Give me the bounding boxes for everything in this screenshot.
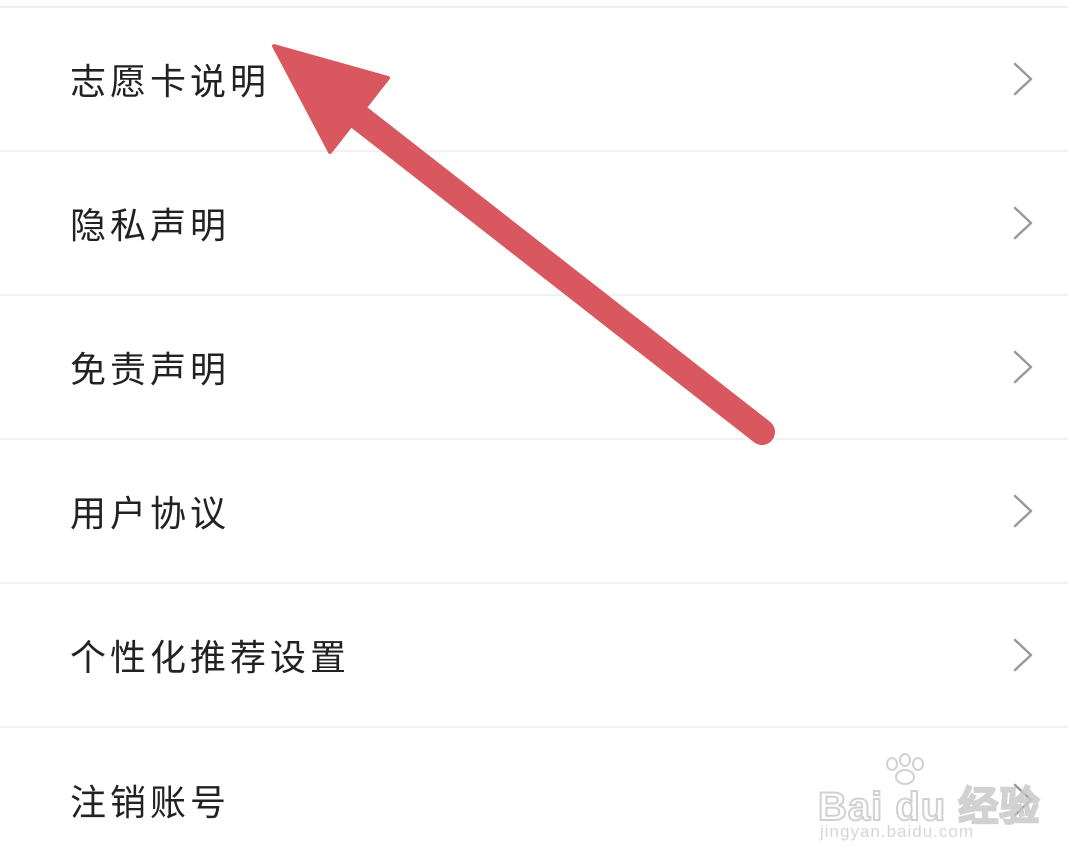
menu-item-label: 个性化推荐设置	[70, 638, 351, 679]
menu-item-volunteer-card-info[interactable]: 志愿卡说明	[0, 8, 1068, 152]
menu-item-label: 注销账号	[70, 783, 231, 824]
menu-item-deactivate-account[interactable]: 注销账号	[0, 728, 1068, 868]
menu-item-personalized-recommendation-settings[interactable]: 个性化推荐设置	[0, 584, 1068, 728]
chevron-right-icon	[1013, 206, 1033, 240]
chevron-right-icon	[1013, 62, 1033, 96]
menu-item-label: 用户协议	[70, 494, 231, 535]
menu-item-privacy-statement[interactable]: 隐私声明	[0, 152, 1068, 296]
menu-item-label: 隐私声明	[70, 206, 231, 247]
menu-item-disclaimer[interactable]: 免责声明	[0, 296, 1068, 440]
chevron-right-icon	[1013, 783, 1033, 817]
top-divider	[0, 0, 1068, 8]
menu-item-label: 志愿卡说明	[70, 62, 271, 103]
settings-menu-list: 志愿卡说明 隐私声明 免责声明 用户协议 个性化推荐设置 注销账号	[0, 8, 1068, 868]
chevron-right-icon	[1013, 494, 1033, 528]
chevron-right-icon	[1013, 350, 1033, 384]
menu-item-user-agreement[interactable]: 用户协议	[0, 440, 1068, 584]
menu-item-label: 免责声明	[70, 350, 231, 391]
chevron-right-icon	[1013, 638, 1033, 672]
